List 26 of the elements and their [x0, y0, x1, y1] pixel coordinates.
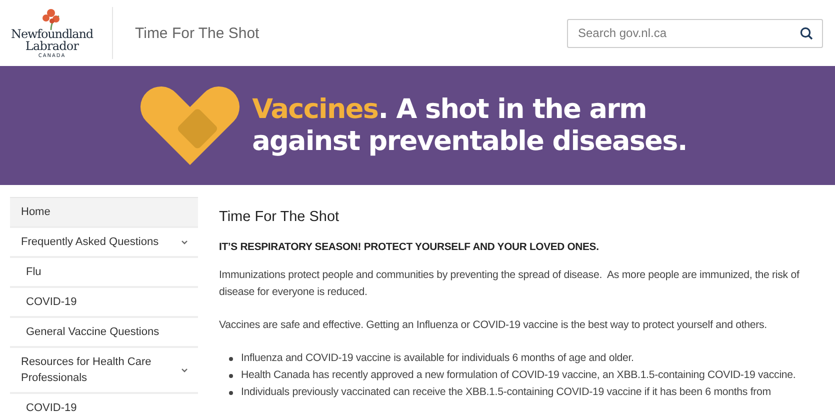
- logo-text: Labrador: [25, 40, 79, 52]
- sidebar-subitem[interactable]: Flu: [10, 258, 198, 288]
- bullet-text: Influenza and COVID-19 vaccine is available for individuals 6 months of age and older.: [241, 351, 634, 366]
- sidebar-subitem[interactable]: COVID-19: [10, 288, 198, 318]
- bullet-text: Health Canada has recently approved a new formulation of COVID-19 vaccine, an XBB.1.5-containing COVID-19 vaccine.: [241, 368, 796, 383]
- search-field[interactable]: Search gov.nl.ca: [567, 18, 823, 48]
- bullet-text: Individuals previously vaccinated can receive the XBB.1.5-containing COVID-19 vaccine if it has been 6 months from: [241, 385, 771, 400]
- bullet-icon: [229, 357, 233, 361]
- paragraph: Vaccines are safe and effective. Getting an Influenza or COVID-19 vaccine is the best way to protect yourself and others.: [219, 318, 768, 333]
- bullet-icon: [229, 391, 233, 395]
- site-title[interactable]: Time For The Shot: [135, 24, 260, 42]
- paragraph: Immunizations protect people and communities by preventing the spread of disease. As more people are immunized, the risk of disease for everyone is reduced.: [219, 268, 800, 300]
- search-icon[interactable]: [800, 26, 813, 40]
- logo-text: Newfoundland: [11, 28, 93, 40]
- page-title: Time For The Shot: [219, 209, 340, 225]
- sidebar-item[interactable]: Home: [10, 198, 198, 228]
- sidebar-subitem[interactable]: General Vaccine Questions: [10, 318, 198, 348]
- bandage-heart-icon: [140, 84, 240, 166]
- sidebar-subitem[interactable]: COVID-19: [10, 394, 198, 415]
- chevron-icon[interactable]: [181, 240, 188, 244]
- bullet-icon: [229, 374, 233, 378]
- sidebar-item[interactable]: Resources for Health Care Professionals: [10, 348, 198, 394]
- banner-headline: Vaccines. A shot in the arm against preventable diseases.: [252, 94, 687, 157]
- chevron-icon[interactable]: [181, 368, 188, 372]
- sidebar-item[interactable]: Frequently Asked Questions: [10, 228, 198, 258]
- section-heading: IT’S RESPIRATORY SEASON! PROTECT YOURSELF AND YOUR LOVED ONES.: [219, 242, 600, 253]
